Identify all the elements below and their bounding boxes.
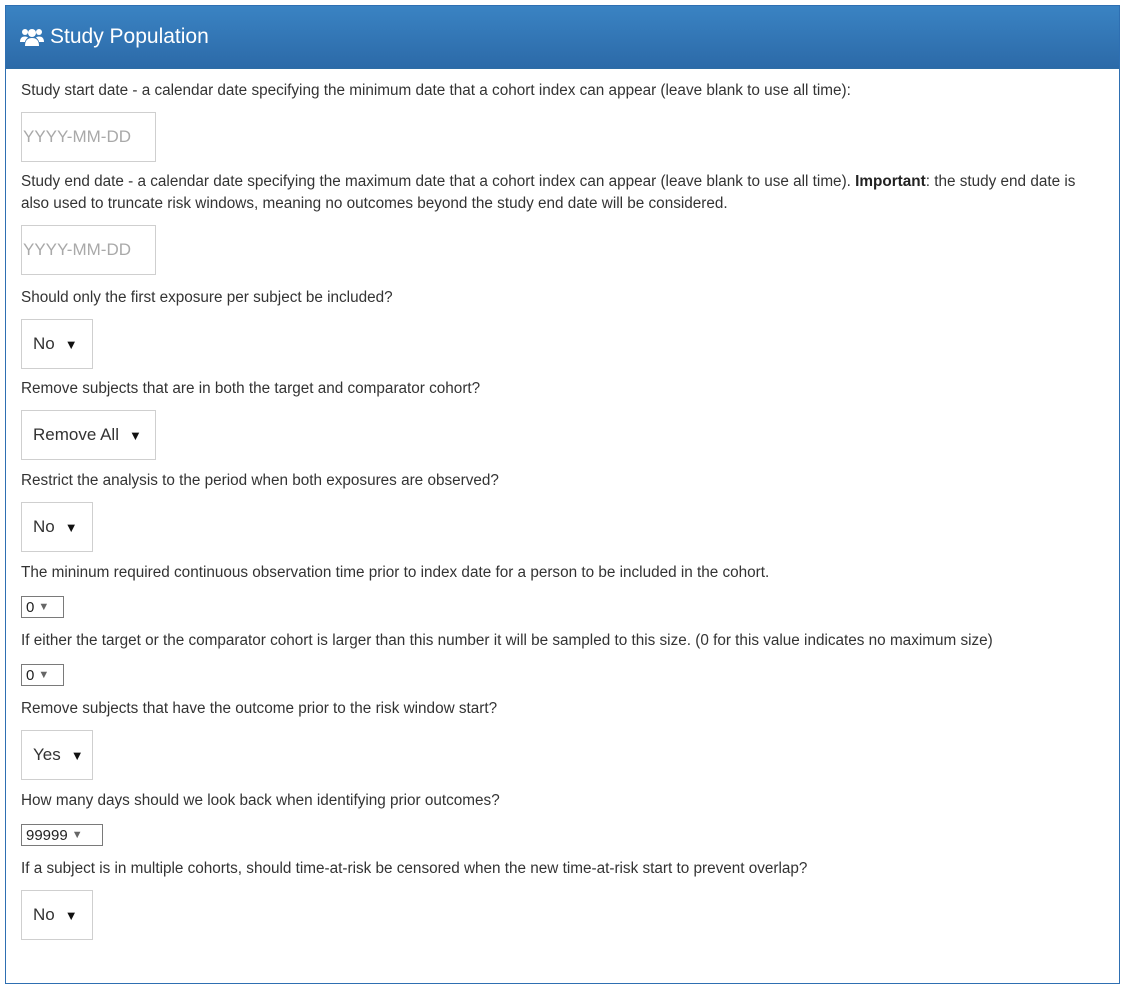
remove-prior-outcome-label: Remove subjects that have the outcome pr…	[21, 700, 498, 717]
end-date-important: Important	[855, 173, 926, 190]
max-cohort-size-label: If either the target or the comparator c…	[21, 632, 993, 649]
caret-down-icon: ▼	[64, 336, 78, 352]
max-cohort-size-select[interactable]: 0 ▼	[21, 664, 64, 686]
censor-overlap-label: If a subject is in multiple cohorts, sho…	[21, 860, 808, 877]
end-date-label: Study end date - a calendar date specify…	[21, 171, 1104, 215]
censor-overlap-select[interactable]: No ▼	[21, 890, 93, 940]
first-exposure-label: Should only the first exposure per subje…	[21, 289, 393, 306]
caret-down-icon: ▼	[128, 427, 142, 443]
end-date-label-text: Study end date - a calendar date specify…	[21, 173, 856, 190]
remove-both-value: Remove All	[33, 425, 119, 444]
remove-prior-outcome-select[interactable]: Yes ▼	[21, 730, 93, 780]
min-observation-value: 0	[26, 598, 35, 616]
restrict-period-label: Restrict the analysis to the period when…	[21, 472, 499, 489]
min-observation-select[interactable]: 0 ▼	[21, 596, 64, 618]
panel-title: Study Population	[50, 25, 209, 48]
lookback-days-value: 99999	[26, 826, 68, 844]
max-cohort-size-value: 0	[26, 666, 35, 684]
remove-both-select[interactable]: Remove All ▼	[21, 410, 156, 460]
lookback-days-select[interactable]: 99999 ▼	[21, 824, 103, 846]
study-population-panel: Study Population Study start date - a ca…	[5, 5, 1120, 984]
remove-both-label: Remove subjects that are in both the tar…	[21, 380, 481, 397]
censor-overlap-value: No	[33, 905, 55, 924]
caret-down-icon: ▼	[70, 747, 84, 763]
caret-down-icon: ▼	[38, 669, 50, 681]
first-exposure-select[interactable]: No ▼	[21, 319, 93, 369]
caret-down-icon: ▼	[64, 907, 78, 923]
min-observation-label: The mininum required continuous observat…	[21, 564, 770, 581]
first-exposure-value: No	[33, 334, 55, 353]
restrict-period-value: No	[33, 517, 55, 536]
start-date-input[interactable]	[21, 112, 156, 162]
panel-header: Study Population	[6, 6, 1119, 69]
lookback-days-label: How many days should we look back when i…	[21, 792, 500, 809]
restrict-period-select[interactable]: No ▼	[21, 502, 93, 552]
panel-body: Study start date - a calendar date speci…	[6, 69, 1119, 940]
caret-down-icon: ▼	[64, 519, 78, 535]
caret-down-icon: ▼	[38, 601, 50, 613]
remove-prior-outcome-value: Yes	[33, 745, 61, 764]
start-date-label: Study start date - a calendar date speci…	[21, 82, 851, 99]
caret-down-icon: ▼	[71, 829, 83, 841]
end-date-input[interactable]	[21, 225, 156, 275]
users-icon	[20, 27, 44, 47]
